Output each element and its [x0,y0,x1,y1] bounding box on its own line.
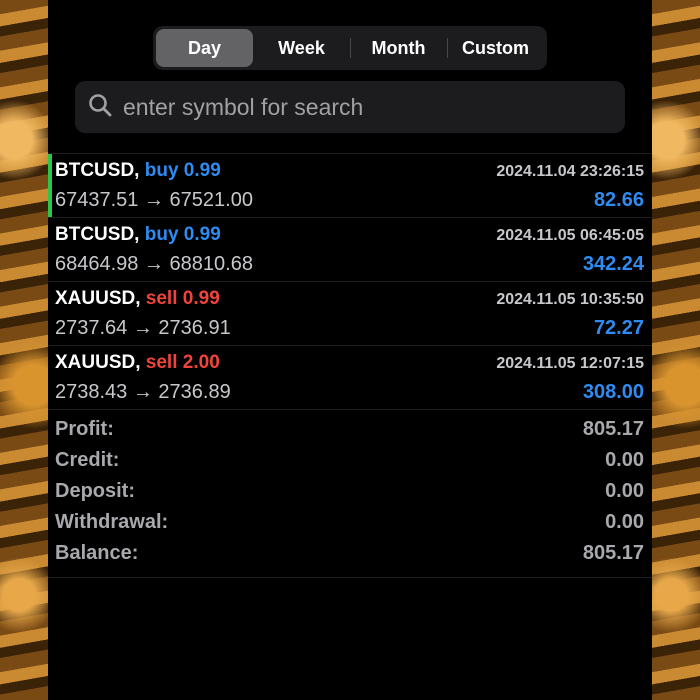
deal-row[interactable]: XAUUSD, sell 0.99 2024.11.05 10:35:50 27… [48,282,652,346]
deal-side: sell [145,352,178,373]
summary-label: Credit: [55,449,120,471]
summary-row-withdrawal: Withdrawal: 0.00 [48,507,652,538]
deal-profit: 82.66 [593,189,644,211]
deal-volume: 2.00 [182,352,220,373]
background-coins-left [0,0,48,700]
summary-row-balance: Balance: 805.17 [48,538,652,569]
background-coins-right [652,0,700,700]
deal-volume: 0.99 [182,288,220,309]
deal-title: BTCUSD, buy 0.99 [55,224,221,246]
tab-custom[interactable]: Custom [447,29,544,67]
deal-prices: 2737.64 → 2736.91 [55,317,231,339]
deal-title: BTCUSD, buy 0.99 [55,160,221,182]
summary-row-profit: Profit: 805.17 [48,414,652,445]
period-segmented-control: Day Week Month Custom [153,26,547,70]
deal-side: sell [145,288,178,309]
deal-profit: 72.27 [593,317,644,339]
deal-row[interactable]: XAUUSD, sell 2.00 2024.11.05 12:07:15 27… [48,346,652,410]
tab-month[interactable]: Month [350,29,447,67]
summary-value: 0.00 [605,511,644,533]
summary-row-deposit: Deposit: 0.00 [48,476,652,507]
deal-volume: 0.99 [183,160,221,181]
deal-profit: 308.00 [582,381,644,403]
summary-row-credit: Credit: 0.00 [48,445,652,476]
deal-side: buy [144,224,179,245]
deal-title: XAUUSD, sell 0.99 [55,288,220,310]
deal-side: buy [144,160,179,181]
deal-symbol: XAUUSD, [55,288,141,309]
deal-symbol: BTCUSD, [55,160,140,181]
search-icon [87,92,113,123]
deals-list: BTCUSD, buy 0.99 2024.11.04 23:26:15 674… [48,153,652,410]
account-summary: Profit: 805.17 Credit: 0.00 Deposit: 0.0… [48,414,652,578]
deal-symbol: BTCUSD, [55,224,140,245]
deal-time: 2024.11.05 10:35:50 [496,291,644,308]
summary-label: Withdrawal: [55,511,169,533]
deal-prices: 67437.51 → 67521.00 [55,189,253,211]
summary-value: 0.00 [605,480,644,502]
history-panel: Day Week Month Custom BTCUSD, buy 0.99 2… [48,0,652,700]
summary-label: Profit: [55,418,114,440]
summary-value: 0.00 [605,449,644,471]
deal-row[interactable]: BTCUSD, buy 0.99 2024.11.05 06:45:05 684… [48,218,652,282]
search-bar [75,81,625,133]
deal-prices: 2738.43 → 2736.89 [55,381,231,403]
summary-label: Balance: [55,542,139,564]
deal-prices: 68464.98 → 68810.68 [55,253,253,275]
deal-title: XAUUSD, sell 2.00 [55,352,220,374]
tab-day[interactable]: Day [156,29,253,67]
deal-time: 2024.11.05 12:07:15 [496,355,644,372]
deal-time: 2024.11.04 23:26:15 [496,163,644,180]
deal-symbol: XAUUSD, [55,352,141,373]
deal-time: 2024.11.05 06:45:05 [496,227,644,244]
deal-profit: 342.24 [582,253,644,275]
search-input[interactable] [121,92,605,122]
summary-value: 805.17 [582,418,644,440]
summary-value: 805.17 [582,542,644,564]
deal-row[interactable]: BTCUSD, buy 0.99 2024.11.04 23:26:15 674… [48,154,652,218]
summary-label: Deposit: [55,480,135,502]
tab-week[interactable]: Week [253,29,350,67]
deal-volume: 0.99 [183,224,221,245]
